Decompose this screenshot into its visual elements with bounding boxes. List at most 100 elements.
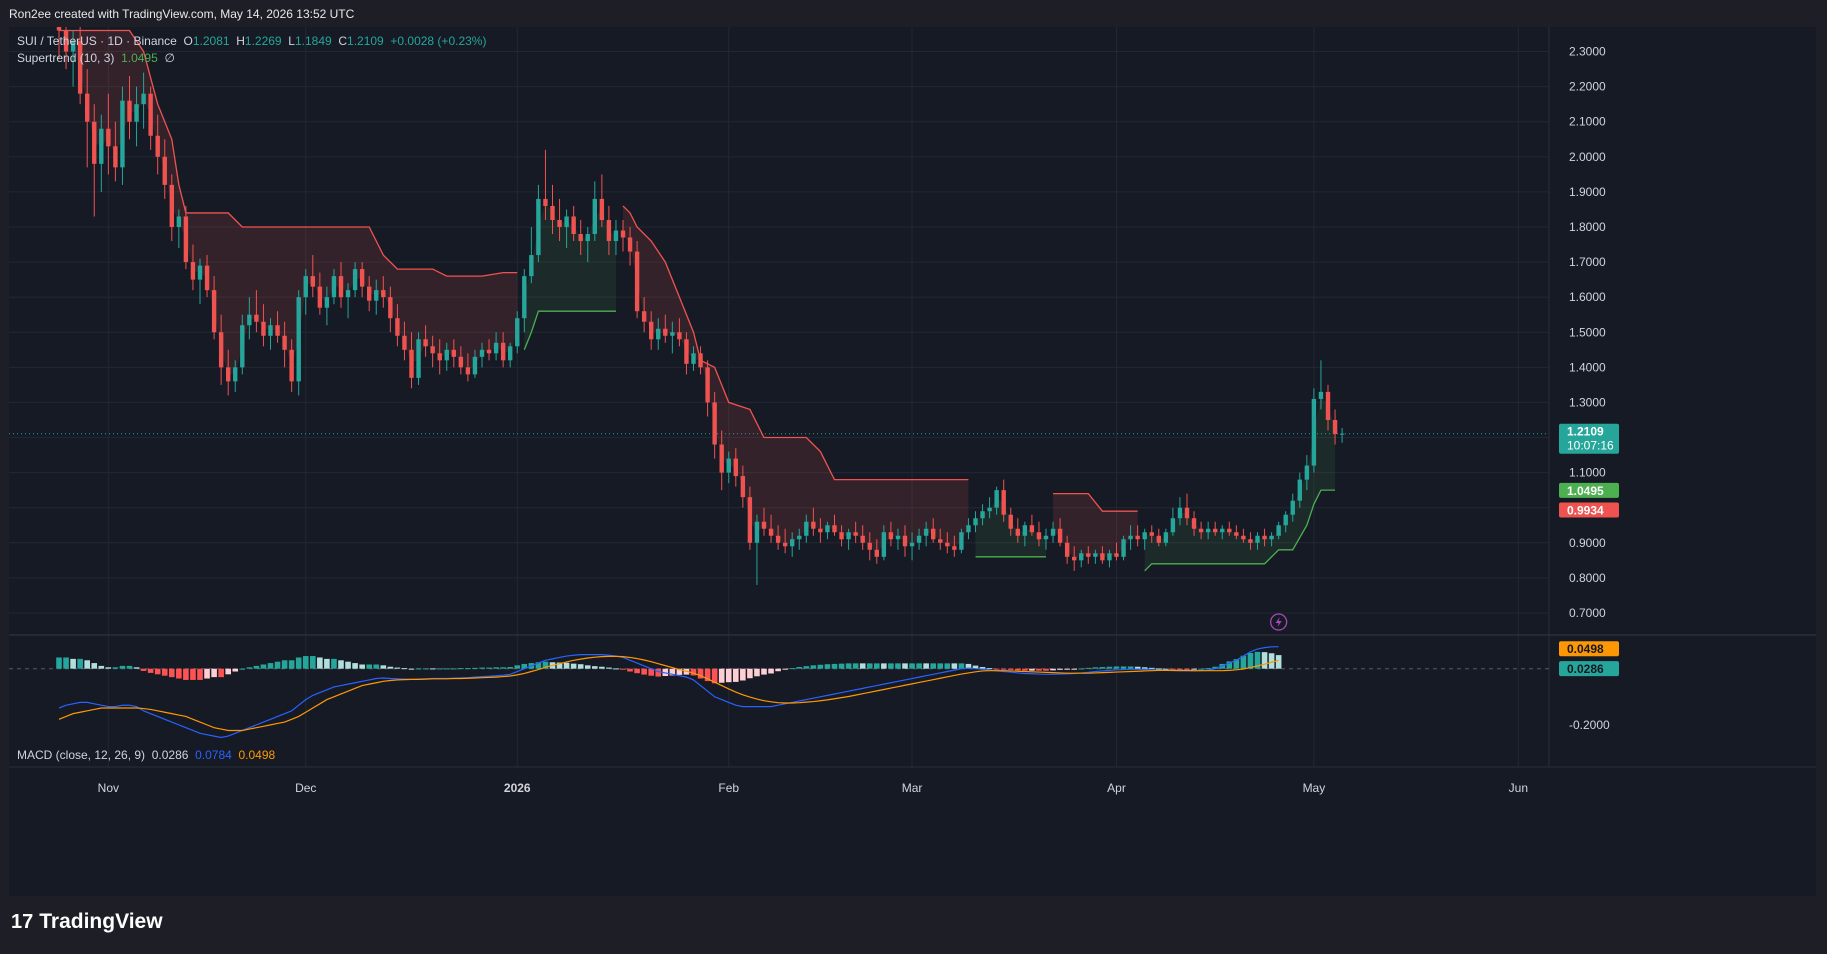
price-tick-label: 2.2000	[1569, 80, 1606, 94]
price-tick-label: 1.4000	[1569, 360, 1606, 374]
macd-histogram-bar	[70, 658, 76, 669]
candle-body	[1248, 539, 1253, 543]
candle-body	[1318, 391, 1324, 399]
candle-body	[938, 539, 943, 543]
candle-body	[620, 230, 626, 238]
candle-body	[564, 216, 569, 227]
candle-body	[1114, 553, 1119, 557]
candle-body	[754, 521, 760, 543]
macd-hist-value: 0.0286	[151, 748, 189, 762]
supertrend-extra: ∅	[164, 51, 175, 65]
macd-histogram-bar	[1170, 668, 1176, 670]
chart-frame[interactable]: 2.3000 2.2000 2.1000 2.0000 1.9000 1.8000 1.70…	[9, 27, 1816, 896]
candle-body	[1107, 553, 1112, 561]
price-label-text: 1.0495	[1567, 484, 1604, 498]
candle-body	[261, 321, 266, 336]
macd-histogram-bar	[768, 668, 774, 674]
candle-body	[1142, 532, 1147, 540]
macd-histogram-bar	[937, 663, 944, 669]
candle-body	[247, 314, 252, 326]
macd-histogram-bar	[725, 668, 732, 683]
candle-body	[980, 511, 985, 519]
price-label-text: 1.2109	[1567, 425, 1604, 439]
macd-histogram-bar	[824, 664, 831, 669]
macd-histogram-bar	[472, 667, 478, 669]
macd-histogram-bar	[831, 663, 838, 669]
macd-histogram-bar	[951, 663, 958, 669]
candle-body	[733, 458, 738, 477]
candle-body	[127, 100, 132, 122]
chart-credit: Ron2ee created with TradingView.com, May…	[9, 7, 355, 21]
macd-histogram-bar	[1106, 666, 1113, 669]
macd-histogram-bar	[909, 663, 915, 669]
candle-body	[1241, 535, 1246, 540]
macd-histogram-bar	[1099, 667, 1106, 669]
price-chart[interactable]: 2.3000 2.2000 2.1000 2.0000 1.9000 1.8000 1.70…	[9, 27, 1816, 896]
candle-body	[1177, 507, 1183, 519]
candle-body	[761, 521, 767, 529]
macd-histogram-bar	[507, 667, 513, 669]
candle-body	[240, 325, 245, 368]
macd-histogram-bar	[1036, 668, 1042, 671]
macd-histogram-bar	[817, 664, 824, 669]
candle-body	[303, 276, 308, 298]
candle-body	[585, 234, 590, 242]
candle-body	[345, 290, 351, 298]
macd-histogram-bar	[1050, 668, 1056, 671]
candle-body	[155, 135, 160, 157]
candle-body	[952, 546, 957, 550]
candle-body	[987, 507, 992, 512]
macd-histogram-bar	[154, 668, 161, 675]
candle-body	[698, 353, 703, 368]
candle-body	[966, 525, 971, 533]
candle-body	[106, 128, 111, 147]
candle-body	[705, 367, 710, 403]
candle-body	[931, 528, 936, 540]
price-tick-label: 0.9000	[1569, 536, 1606, 550]
macd-histogram-bar	[77, 658, 83, 669]
candle-body	[92, 121, 97, 164]
candle-body	[804, 521, 809, 536]
candle-body	[1213, 528, 1218, 533]
candle-body	[268, 325, 273, 336]
candle-body	[120, 100, 125, 168]
candle-body	[578, 234, 583, 242]
candle-body	[1015, 528, 1020, 536]
price-tick-label: 1.6000	[1569, 290, 1606, 304]
price-tick-label: 1.1000	[1569, 466, 1606, 480]
candle-body	[1121, 539, 1126, 557]
macd-histogram-bar	[923, 663, 929, 669]
macd-histogram-bar	[331, 658, 337, 669]
macd-histogram-bar	[1071, 668, 1077, 670]
candle-body	[641, 311, 647, 322]
macd-histogram-bar	[218, 668, 224, 678]
macd-histogram-bar	[387, 666, 394, 669]
candle-body	[867, 542, 872, 550]
macd-histogram-bar	[845, 663, 852, 669]
macd-histogram-bar	[754, 668, 760, 677]
candle-body	[310, 276, 315, 287]
macd-histogram-bar	[1000, 668, 1007, 670]
candle-body	[550, 205, 555, 220]
candle-body	[959, 532, 964, 550]
candle-body	[1205, 528, 1211, 533]
candle-body	[472, 356, 478, 375]
candle-body	[1128, 535, 1133, 540]
high-value: 1.2269	[244, 34, 282, 48]
macd-histogram-bar	[84, 660, 90, 669]
candle-body	[479, 349, 485, 357]
candle-body	[888, 532, 894, 540]
macd-histogram-bar	[500, 667, 506, 669]
candle-body	[437, 353, 442, 361]
candle-body	[853, 532, 858, 536]
time-tick-label: Feb	[718, 781, 739, 795]
candle-body	[359, 269, 365, 287]
candle-body	[430, 346, 435, 354]
macd-histogram-bar	[133, 667, 140, 669]
macd-label-text: 0.0498	[1567, 642, 1604, 656]
time-tick-label: 2026	[504, 781, 531, 795]
candle-body	[684, 339, 689, 364]
candle-body	[134, 104, 139, 122]
tradingview-footer[interactable]: 17 TradingView	[11, 910, 163, 934]
macd-histogram-bar	[1261, 652, 1268, 669]
